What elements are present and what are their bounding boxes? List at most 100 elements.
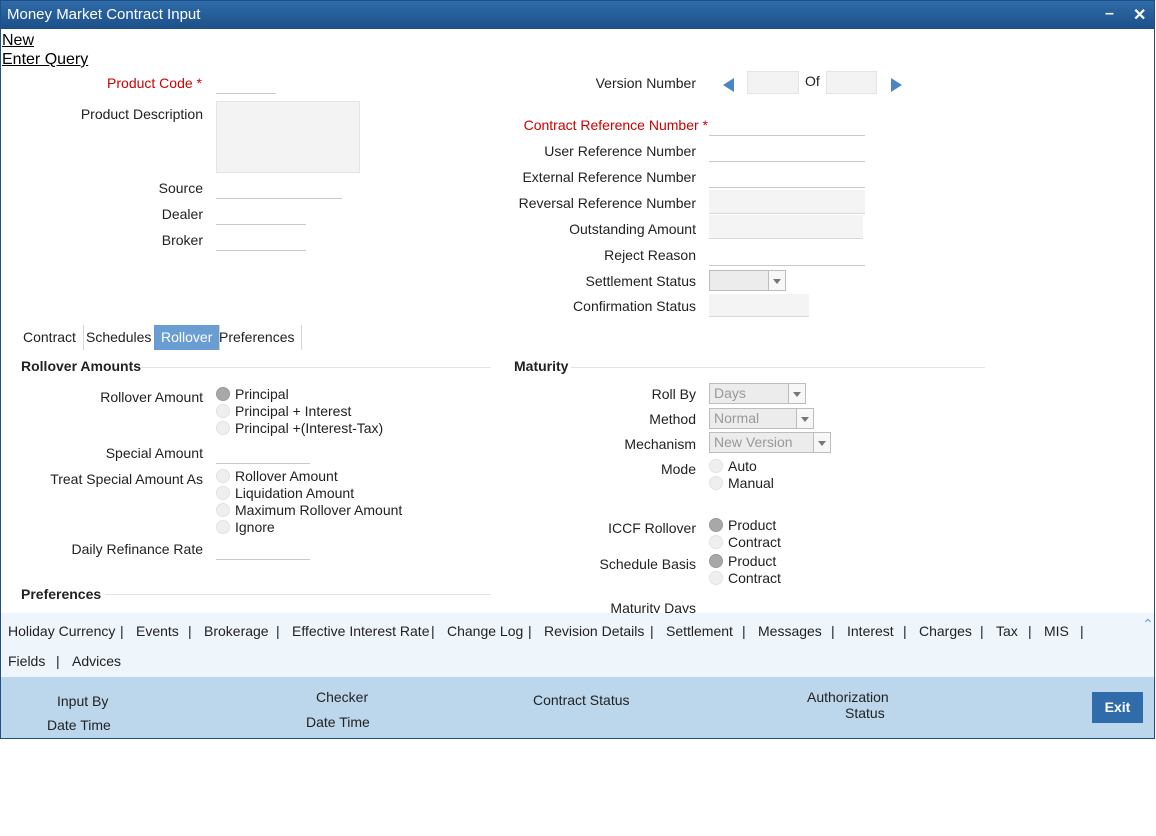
- checker-label: Checker: [316, 689, 369, 705]
- roll-by-label: Roll By: [651, 386, 696, 402]
- audit-footer: [1, 677, 1154, 738]
- link-charges[interactable]: Charges: [919, 623, 972, 639]
- user-ref-input[interactable]: [709, 140, 865, 162]
- schedule-contract-text: Contract: [728, 570, 781, 586]
- roll-by-select[interactable]: Days: [709, 383, 806, 404]
- link-interest[interactable]: Interest: [847, 623, 894, 639]
- minimize-icon[interactable]: –: [1105, 5, 1114, 23]
- section-divider: [571, 367, 985, 368]
- schedule-product-radio[interactable]: [709, 554, 723, 568]
- link-tax[interactable]: Tax: [996, 623, 1018, 639]
- treat-rollover-amount-radio[interactable]: [216, 469, 230, 483]
- iccf-contract-radio[interactable]: [709, 535, 723, 549]
- rollover-principal-interest-tax-text: Principal +(Interest-Tax): [235, 420, 384, 436]
- subsystem-bar: Holiday Currency | Events | Brokerage | …: [1, 613, 1154, 677]
- separator: |: [56, 653, 60, 669]
- triangle-left-icon[interactable]: [723, 78, 734, 92]
- reversal-ref-field: [709, 190, 865, 214]
- rollover-amounts-title: Rollover Amounts: [21, 358, 142, 374]
- source-label: Source: [158, 180, 203, 196]
- separator: |: [831, 623, 835, 639]
- mechanism-select[interactable]: New Version: [709, 432, 831, 453]
- link-change-log[interactable]: Change Log: [447, 623, 523, 639]
- link-effective-interest-rate[interactable]: Effective Interest Rate: [292, 623, 429, 639]
- chevron-down-icon: [788, 384, 805, 403]
- schedule-contract-radio[interactable]: [709, 571, 723, 585]
- separator: |: [1080, 623, 1084, 639]
- mode-manual-radio[interactable]: [709, 476, 723, 490]
- treat-rollover-amount-text: Rollover Amount: [235, 468, 338, 484]
- window-title: Money Market Contract Input: [7, 6, 201, 23]
- close-icon[interactable]: ✕: [1133, 5, 1146, 25]
- treat-ignore-radio[interactable]: [216, 520, 230, 534]
- link-brokerage[interactable]: Brokerage: [204, 623, 269, 639]
- link-messages[interactable]: Messages: [758, 623, 822, 639]
- rollover-principal-interest-tax-radio[interactable]: [216, 421, 230, 435]
- product-code-input[interactable]: [216, 72, 276, 94]
- tab-contract[interactable]: Contract: [16, 325, 84, 350]
- iccf-product-radio[interactable]: [709, 518, 723, 532]
- triangle-right-icon[interactable]: [891, 78, 902, 92]
- new-link[interactable]: New: [2, 32, 34, 50]
- dealer-label: Dealer: [161, 206, 203, 222]
- separator: |: [120, 623, 124, 639]
- link-events[interactable]: Events: [136, 623, 179, 639]
- daily-refinance-input[interactable]: [216, 538, 310, 560]
- mode-auto-radio[interactable]: [709, 459, 723, 473]
- external-ref-input[interactable]: [709, 166, 865, 188]
- reversal-ref-label: Reversal Reference Number: [518, 195, 696, 211]
- separator: |: [903, 623, 907, 639]
- method-value: Normal: [714, 410, 760, 426]
- external-ref-label: External Reference Number: [522, 169, 696, 185]
- exit-button[interactable]: Exit: [1092, 692, 1143, 723]
- version-number-field: [747, 71, 799, 94]
- rollover-principal-interest-text: Principal + Interest: [235, 403, 352, 419]
- user-ref-label: User Reference Number: [544, 143, 696, 159]
- treat-ignore-text: Ignore: [235, 519, 275, 535]
- chevron-up-icon[interactable]: ⌃: [1142, 616, 1154, 633]
- input-by-label: Input By: [57, 693, 109, 709]
- settlement-status-select[interactable]: [709, 270, 786, 291]
- treat-liquidation-amount-radio[interactable]: [216, 486, 230, 500]
- separator: |: [276, 623, 280, 639]
- special-amount-input[interactable]: [216, 442, 310, 464]
- tab-schedules[interactable]: Schedules: [79, 325, 160, 350]
- mechanism-value: New Version: [714, 434, 793, 450]
- enter-query-link[interactable]: Enter Query: [2, 51, 88, 69]
- link-fields[interactable]: Fields: [8, 653, 45, 669]
- of-label: Of: [805, 73, 820, 89]
- schedule-basis-label: Schedule Basis: [599, 556, 696, 572]
- rollover-principal-radio[interactable]: [216, 387, 230, 401]
- treat-maximum-rollover-text: Maximum Rollover Amount: [235, 502, 403, 518]
- link-settlement[interactable]: Settlement: [666, 623, 733, 639]
- rollover-amount-label: Rollover Amount: [100, 389, 203, 405]
- link-holiday-currency[interactable]: Holiday Currency: [8, 623, 115, 639]
- separator: |: [980, 623, 984, 639]
- confirmation-status-field: [709, 294, 809, 317]
- version-total-field: [826, 71, 877, 94]
- broker-input[interactable]: [216, 229, 306, 251]
- source-input[interactable]: [216, 177, 342, 199]
- chevron-down-icon: [796, 409, 813, 428]
- mode-manual-text: Manual: [728, 475, 774, 491]
- contract-ref-input[interactable]: [709, 114, 865, 136]
- daily-refinance-label: Daily Refinance Rate: [71, 541, 203, 557]
- rollover-principal-interest-radio[interactable]: [216, 404, 230, 418]
- reject-reason-input[interactable]: [709, 244, 865, 266]
- link-mis[interactable]: MIS: [1044, 623, 1069, 639]
- separator: |: [188, 623, 192, 639]
- treat-maximum-rollover-radio[interactable]: [216, 503, 230, 517]
- link-revision-details[interactable]: Revision Details: [544, 623, 644, 639]
- link-advices[interactable]: Advices: [72, 653, 121, 669]
- broker-label: Broker: [161, 232, 203, 248]
- tab-preferences[interactable]: Preferences: [212, 325, 303, 350]
- dealer-input[interactable]: [216, 203, 306, 225]
- authorization-status-label: Status: [845, 705, 885, 721]
- contract-status-label: Contract Status: [533, 692, 630, 708]
- outstanding-amount-field: [709, 215, 863, 239]
- preferences-title: Preferences: [21, 586, 102, 602]
- method-select[interactable]: Normal: [709, 408, 814, 429]
- tab-rollover[interactable]: Rollover: [154, 325, 221, 350]
- roll-by-value: Days: [714, 385, 746, 401]
- authorization-label: Authorization: [807, 689, 889, 705]
